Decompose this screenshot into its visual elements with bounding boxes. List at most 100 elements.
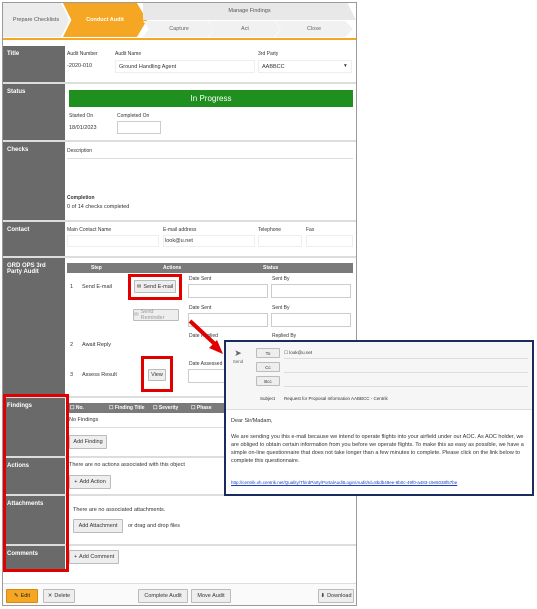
completed-on-field[interactable]: [117, 121, 161, 134]
description-label: Description: [67, 148, 93, 154]
col-phase: ☐ Phase: [191, 405, 212, 411]
telephone-field[interactable]: [258, 235, 302, 247]
action-footer: ✎ Edit ✕ Delete Complete Audit Move Audit …: [3, 583, 356, 605]
highlight-bottom-sections: [3, 394, 69, 572]
download-label: Download: [327, 593, 352, 599]
status-badge: In Progress: [69, 90, 353, 107]
audit-name-value: Ground Handling Agent: [119, 64, 177, 70]
move-audit-button[interactable]: Move Audit: [191, 589, 231, 603]
to-button[interactable]: To: [256, 348, 280, 358]
email-header: ➤ Send To ☐ look@u.net Cc Bcc Subject Re…: [226, 342, 532, 410]
to-value: ☐ look@u.net: [284, 350, 313, 355]
date-sent-field[interactable]: [188, 284, 268, 298]
completed-on-label: Completed On: [117, 113, 150, 119]
email-preview-window: ➤ Send To ☐ look@u.net Cc Bcc Subject Re…: [224, 340, 534, 496]
section-label-checks: Checks: [3, 142, 65, 220]
chevron-down-icon: ▾: [344, 63, 347, 69]
add-comment-button[interactable]: + Add Comment: [69, 550, 119, 564]
row3-number: 3: [70, 372, 74, 378]
download-icon: ⬇: [320, 593, 326, 599]
section-label-contact: Contact: [3, 222, 65, 256]
replied-by-label: Replied By: [272, 333, 297, 339]
email-body: We are sending you this e-mail because w…: [231, 434, 524, 464]
edit-label: Edit: [20, 593, 31, 599]
sent-by-field-2[interactable]: [271, 313, 351, 327]
audit-number-value: -2020-010: [67, 63, 93, 69]
add-attachment-button[interactable]: Add Attachment: [73, 519, 123, 533]
download-button[interactable]: ⬇ Download: [318, 589, 354, 603]
sent-by-label-2: Sent By: [272, 305, 290, 311]
drag-drop-text[interactable]: or drag and drop files: [128, 523, 180, 529]
step-prepare-checklists[interactable]: Prepare Checklists: [3, 3, 69, 37]
add-action-button[interactable]: + Add Action: [69, 475, 111, 489]
subject-label: Subject: [260, 396, 276, 401]
step-manage-findings[interactable]: Manage Findings: [143, 3, 356, 20]
completion-text: 0 of 14 checks completed: [67, 204, 130, 210]
envelope-icon: ✉: [134, 312, 139, 318]
section-label-grd-ops: GRD OPS 3rd Party Audit: [3, 258, 65, 396]
email-field[interactable]: [163, 235, 255, 247]
highlight-send-email: [128, 274, 182, 300]
questionnaire-link[interactable]: http://centrik.xh.centrik.net/Quality/Th…: [231, 480, 457, 485]
col-actions: Actions: [163, 265, 182, 271]
col-status: Status: [263, 265, 279, 271]
send-button[interactable]: ➤ Send: [230, 348, 246, 376]
email-greeting: Dear Sir/Madam,: [231, 418, 273, 424]
step-act[interactable]: Act: [209, 21, 281, 37]
main-contact-field[interactable]: [67, 235, 159, 247]
plus-icon: +: [74, 479, 78, 485]
audit-form: Prepare Checklists Conduct Audit Manage …: [2, 2, 357, 606]
step-capture[interactable]: Capture: [143, 21, 215, 37]
fax-label: Fax: [306, 227, 315, 233]
row2-step: Await Reply: [82, 342, 111, 348]
grd-table-header: Step Actions Status: [67, 263, 353, 273]
third-party-label: 3rd Party: [258, 51, 279, 57]
no-actions-text: There are no actions associated with thi…: [69, 462, 185, 468]
audit-number-label: Audit Number: [67, 51, 98, 57]
audit-name-label: Audit Name: [115, 51, 142, 57]
send-reminder-button[interactable]: ✉ Send Reminder: [133, 309, 179, 321]
fax-field[interactable]: [306, 235, 353, 247]
send-icon: ➤: [234, 348, 242, 358]
edit-icon: ✎: [13, 593, 19, 599]
delete-button[interactable]: ✕ Delete: [43, 589, 75, 603]
third-party-select[interactable]: AABBCC ▾: [258, 60, 352, 73]
add-comment-label: Add Comment: [79, 554, 115, 560]
date-sent-label-2: Date Sent: [189, 305, 212, 311]
date-assessed-field[interactable]: [188, 369, 228, 383]
col-no: ☐ No.: [70, 405, 84, 411]
description-line: [67, 158, 353, 159]
row1-number: 1: [70, 284, 74, 290]
email-label: E-mail address: [163, 227, 197, 233]
add-action-label: Add Action: [79, 479, 106, 485]
main-contact-label: Main Contact Name: [67, 227, 112, 233]
no-attachments-text: There are no associated attachments.: [73, 507, 166, 513]
col-step: Step: [91, 265, 102, 271]
audit-name-field[interactable]: Ground Handling Agent: [115, 60, 255, 73]
step-close[interactable]: Close: [275, 21, 353, 37]
cc-line: [284, 372, 528, 373]
subject-value[interactable]: Request for Proposal Information AABBCC …: [284, 396, 388, 401]
edit-button[interactable]: ✎ Edit: [6, 589, 38, 603]
cc-button[interactable]: Cc: [256, 362, 280, 372]
step-conduct-audit[interactable]: Conduct Audit: [63, 3, 147, 37]
sent-by-field[interactable]: [271, 284, 351, 298]
highlight-view: [141, 356, 173, 392]
add-finding-button[interactable]: Add Finding: [69, 435, 107, 449]
to-line: [284, 358, 528, 359]
sent-by-label: Sent By: [272, 276, 290, 282]
third-party-value: AABBCC: [262, 64, 285, 70]
send-reminder-label: Send Reminder: [140, 309, 165, 321]
complete-audit-button[interactable]: Complete Audit: [138, 589, 188, 603]
delete-label: Delete: [54, 593, 71, 599]
plus-icon: +: [73, 554, 78, 560]
row2-number: 2: [70, 342, 74, 348]
red-arrow-icon: [188, 319, 223, 354]
bcc-line: [284, 386, 528, 387]
findings-table-header: ☐ No. ☐ Finding Title ☐ Severity ☐ Phase: [67, 403, 227, 413]
col-finding-title: ☐ Finding Title: [109, 405, 145, 411]
started-on-value: 18/01/2023: [69, 125, 97, 131]
bcc-button[interactable]: Bcc: [256, 376, 280, 386]
section-label-status: Status: [3, 84, 65, 140]
send-label: Send: [232, 359, 244, 364]
